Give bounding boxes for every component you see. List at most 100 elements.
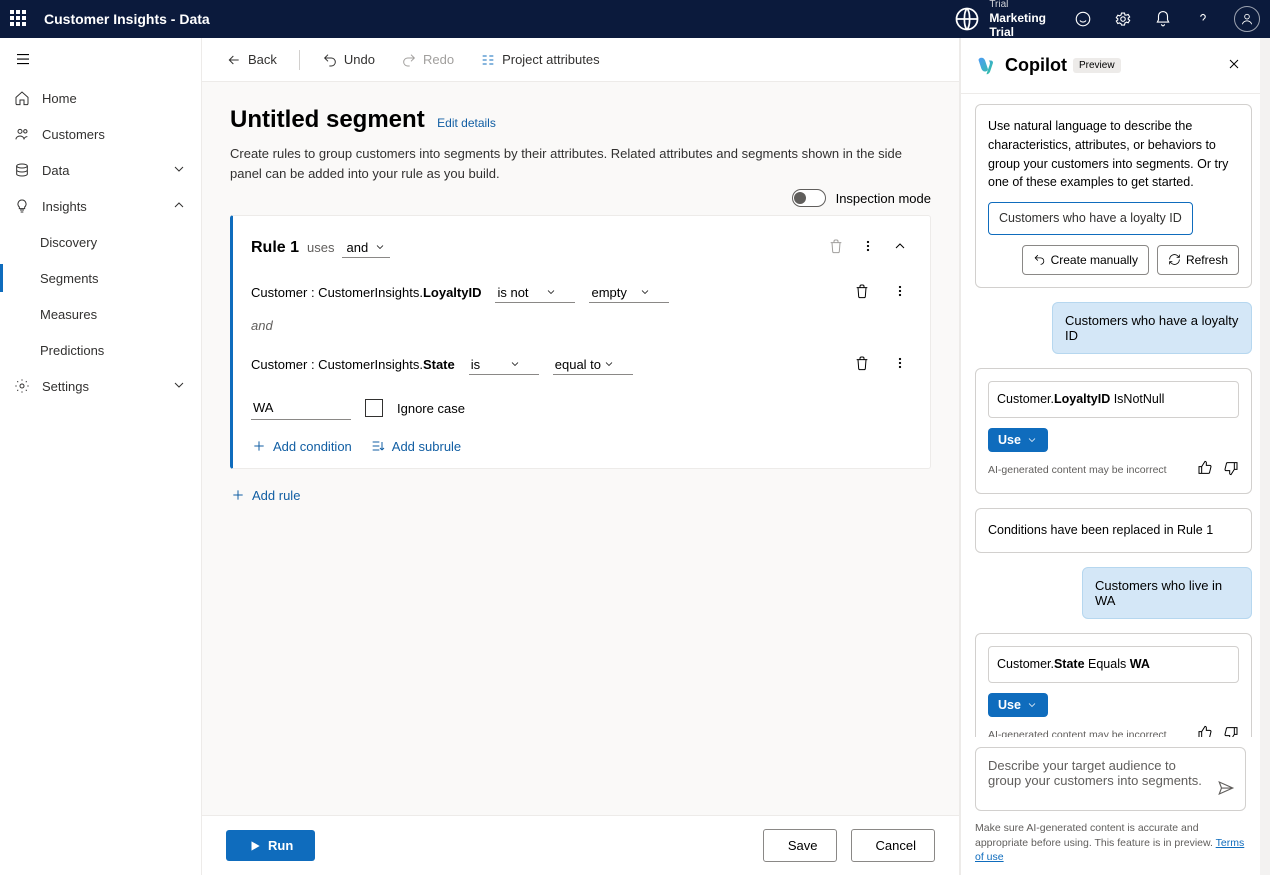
environment-picker[interactable]: Trial Marketing Trial bbox=[953, 0, 1046, 39]
chevron-down-icon bbox=[545, 286, 557, 298]
scrollbar[interactable] bbox=[1260, 38, 1270, 875]
content-area: Back Undo Redo Project attributes Untitl… bbox=[202, 38, 960, 875]
app-launcher-icon[interactable] bbox=[10, 10, 28, 28]
condition1-more-button[interactable] bbox=[888, 279, 912, 306]
nav-settings-label: Settings bbox=[42, 379, 89, 394]
resp2-mid: Equals bbox=[1085, 657, 1130, 671]
condition2-more-button[interactable] bbox=[888, 351, 912, 378]
separator bbox=[299, 50, 300, 70]
condition1-operator-select[interactable]: is not bbox=[495, 283, 575, 303]
copilot-send-button[interactable] bbox=[1217, 779, 1235, 800]
thumbs-up-icon bbox=[1197, 725, 1213, 737]
undo-button[interactable]: Undo bbox=[316, 48, 381, 72]
thumbs-down-button[interactable] bbox=[1223, 460, 1239, 482]
ignore-case-checkbox[interactable] bbox=[365, 399, 383, 417]
save-button[interactable]: Save bbox=[763, 829, 837, 862]
nav-customers[interactable]: Customers bbox=[0, 116, 201, 152]
resp2-attr: State bbox=[1054, 657, 1085, 671]
resp1-prefix: Customer. bbox=[997, 392, 1054, 406]
back-button[interactable]: Back bbox=[220, 48, 283, 72]
condition1-value-select[interactable]: empty bbox=[589, 283, 669, 303]
nav-predictions[interactable]: Predictions bbox=[0, 332, 201, 368]
condition2-value-input[interactable] bbox=[251, 396, 351, 420]
copilot-close-button[interactable] bbox=[1222, 52, 1246, 79]
user-avatar[interactable] bbox=[1234, 6, 1260, 32]
nav-home[interactable]: Home bbox=[0, 80, 201, 116]
copilot-footer-note: Make sure AI-generated content is accura… bbox=[961, 821, 1260, 875]
bell-icon[interactable] bbox=[1154, 10, 1172, 28]
ignore-case-label: Ignore case bbox=[397, 401, 465, 416]
copilot-input[interactable]: Describe your target audience to group y… bbox=[975, 747, 1246, 811]
use-suggestion-button[interactable]: Use bbox=[988, 693, 1048, 717]
add-condition-button[interactable]: Add condition bbox=[251, 438, 352, 454]
sidebar: Home Customers Data Insights Discovery S… bbox=[0, 38, 202, 875]
ai-disclaimer: AI-generated content may be incorrect bbox=[988, 463, 1187, 479]
add-subrule-label: Add subrule bbox=[392, 439, 461, 454]
nav-insights[interactable]: Insights bbox=[0, 188, 201, 224]
thumbs-up-icon bbox=[1197, 460, 1213, 476]
copilot-footer-text: Make sure AI-generated content is accura… bbox=[975, 822, 1216, 849]
sidebar-toggle[interactable] bbox=[0, 38, 201, 80]
condition2-delete-button[interactable] bbox=[850, 351, 874, 378]
nav-insights-label: Insights bbox=[42, 199, 87, 214]
thumbs-down-button[interactable] bbox=[1223, 725, 1239, 737]
edit-details-link[interactable]: Edit details bbox=[437, 116, 496, 130]
inspection-mode-toggle[interactable] bbox=[792, 189, 826, 207]
trash-icon bbox=[854, 283, 870, 299]
condition1-delete-button[interactable] bbox=[850, 279, 874, 306]
use-suggestion-button[interactable]: Use bbox=[988, 428, 1048, 452]
condition2-operator-select[interactable]: is bbox=[469, 355, 539, 375]
cancel-label: Cancel bbox=[876, 838, 916, 853]
more-vertical-icon bbox=[892, 355, 908, 371]
nav-segments[interactable]: Segments bbox=[0, 260, 201, 296]
rule-combiner-select[interactable]: and bbox=[342, 238, 390, 258]
env-label: Trial bbox=[989, 0, 1046, 11]
create-manually-label: Create manually bbox=[1051, 251, 1138, 269]
thumbs-up-button[interactable] bbox=[1197, 460, 1213, 482]
trash-icon bbox=[854, 355, 870, 371]
send-icon bbox=[1217, 779, 1235, 797]
thumbs-down-icon bbox=[1223, 725, 1239, 737]
condition-joiner: and bbox=[251, 318, 912, 333]
copilot-system-message: Conditions have been replaced in Rule 1 bbox=[975, 508, 1252, 553]
copilot-response: Customer.LoyaltyID IsNotNull Use AI-gene… bbox=[975, 368, 1252, 495]
gear-icon[interactable] bbox=[1114, 10, 1132, 28]
plus-icon bbox=[251, 438, 267, 454]
cond1-val-value: empty bbox=[591, 285, 626, 300]
gear-icon bbox=[14, 378, 30, 394]
rule-more-button[interactable] bbox=[856, 234, 880, 261]
add-rule-button[interactable]: Add rule bbox=[230, 487, 300, 503]
user-message: Customers who have a loyalty ID bbox=[1052, 302, 1252, 354]
preview-badge: Preview bbox=[1073, 58, 1121, 73]
user-message: Customers who live in WA bbox=[1082, 567, 1252, 619]
condition-entity: Customer : CustomerInsights.State bbox=[251, 357, 455, 372]
help-icon[interactable] bbox=[1194, 10, 1212, 28]
cancel-button[interactable]: Cancel bbox=[851, 829, 935, 862]
nav-discovery[interactable]: Discovery bbox=[0, 224, 201, 260]
project-attributes-button[interactable]: Project attributes bbox=[474, 48, 606, 72]
add-rule-label: Add rule bbox=[252, 488, 300, 503]
thumbs-up-button[interactable] bbox=[1197, 725, 1213, 737]
nav-settings[interactable]: Settings bbox=[0, 368, 201, 404]
columns-icon bbox=[480, 52, 496, 68]
rule-name: Rule 1 bbox=[251, 239, 299, 257]
chevron-down-icon bbox=[639, 286, 651, 298]
save-label: Save bbox=[788, 838, 818, 853]
rule-delete-button[interactable] bbox=[824, 234, 848, 261]
rule-collapse-button[interactable] bbox=[888, 234, 912, 261]
condition2-value-select[interactable]: equal to bbox=[553, 355, 633, 375]
copilot-intro-text: Use natural language to describe the cha… bbox=[988, 119, 1228, 189]
add-subrule-button[interactable]: Add subrule bbox=[370, 438, 461, 454]
rule-card: Rule 1 uses and Customer : CustomerInsig… bbox=[230, 215, 931, 469]
rule-combiner-value: and bbox=[346, 240, 368, 255]
nav-measures[interactable]: Measures bbox=[0, 296, 201, 332]
undo-icon bbox=[322, 52, 338, 68]
nav-data[interactable]: Data bbox=[0, 152, 201, 188]
people-icon bbox=[14, 126, 30, 142]
create-manually-button[interactable]: Create manually bbox=[1022, 245, 1149, 275]
run-button[interactable]: Run bbox=[226, 830, 315, 861]
cond2-val-value: equal to bbox=[555, 357, 601, 372]
smile-feedback-icon[interactable] bbox=[1074, 10, 1092, 28]
refresh-button[interactable]: Refresh bbox=[1157, 245, 1239, 275]
copilot-example-suggestion[interactable]: Customers who have a loyalty ID bbox=[988, 202, 1193, 235]
